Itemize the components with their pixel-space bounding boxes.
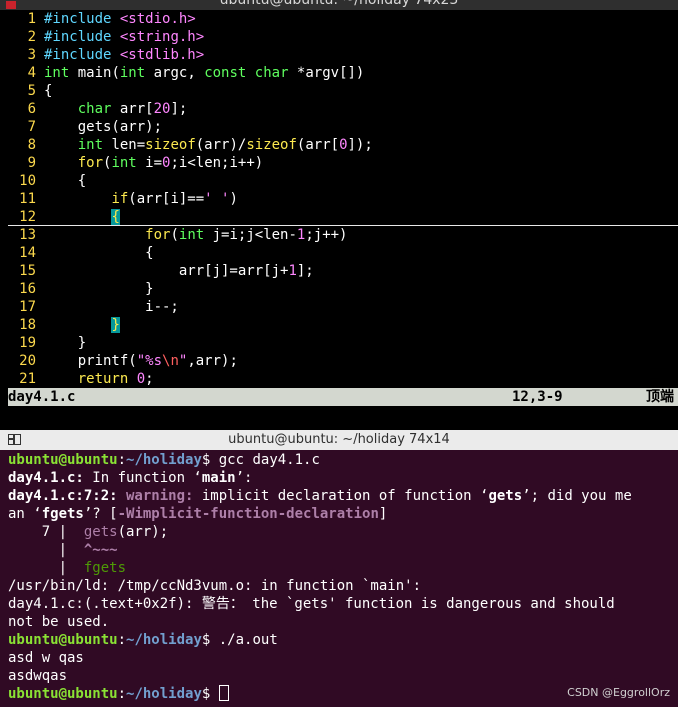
terminal-line: ubuntu@ubuntu:~/holiday$ ./a.out: [8, 632, 278, 648]
code-line: 2 #include <string.h>: [0, 28, 678, 46]
matched-brace: {: [111, 209, 120, 225]
terminal-line: day4.1.c: In function ‘main’:: [8, 470, 253, 486]
line-number: 12: [19, 209, 36, 225]
terminal-line: day4.1.c:(.text+0x2f): 警告： the `gets' fu…: [8, 596, 615, 612]
line-number: 18: [19, 317, 36, 333]
status-filename: day4.1.c: [8, 389, 76, 405]
terminal-output[interactable]: ubuntu@ubuntu:~/holiday$ gcc day4.1.c da…: [8, 451, 678, 703]
code-line: 11 if(arr[i]==' '): [0, 190, 678, 208]
code-line: 1 #include <stdio.h>: [0, 10, 678, 28]
vim-status-line: day4.1.c 12,3-9 顶端: [8, 388, 678, 406]
top-window-titlebar[interactable]: ubuntu@ubuntu: ~/holiday 74x23: [0, 0, 678, 10]
code-line: 3 #include <stdlib.h>: [0, 46, 678, 64]
code-line: 7 gets(arr);: [0, 118, 678, 136]
line-number: 10: [19, 173, 36, 189]
terminal-line: | ^~~~: [8, 542, 118, 558]
bottom-window-title: ubuntu@ubuntu: ~/holiday 74x14: [228, 432, 450, 447]
line-number: 13: [19, 227, 36, 243]
code-line: 6 char arr[20];: [0, 100, 678, 118]
line-number: 5: [27, 83, 36, 99]
bottom-window-titlebar[interactable]: ubuntu@ubuntu: ~/holiday 74x14: [0, 430, 678, 450]
terminal-line: 7 | gets(arr);: [8, 524, 169, 540]
code-line: 14 {: [0, 244, 678, 262]
line-number: 15: [19, 263, 36, 279]
line-number: 7: [27, 119, 36, 135]
code-line: 10 {: [0, 172, 678, 190]
status-cursor-position: 12,3-9: [512, 389, 563, 405]
line-number: 6: [27, 101, 36, 117]
terminal-cursor: [218, 685, 229, 701]
line-number: 17: [19, 299, 36, 315]
line-number: 11: [19, 191, 36, 207]
code-editor[interactable]: 1 #include <stdio.h> 2 #include <string.h>…: [0, 10, 678, 388]
terminal-line: ubuntu@ubuntu:~/holiday$ gcc day4.1.c: [8, 452, 320, 468]
line-number: 9: [27, 155, 36, 171]
line-number: 3: [27, 47, 36, 63]
code-line: 13 for(int j=i;j<len-1;j++): [0, 226, 678, 244]
code-line: 15 arr[j]=arr[j+1];: [0, 262, 678, 280]
line-number: 14: [19, 245, 36, 261]
line-number: 16: [19, 281, 36, 297]
terminal-line: | fgets: [8, 560, 127, 576]
matched-brace: }: [111, 317, 120, 333]
line-number: 4: [27, 65, 36, 81]
terminal-line: asd w qas: [8, 650, 84, 666]
code-line: 8 int len=sizeof(arr)/sizeof(arr[0]);: [0, 136, 678, 154]
terminal-line: not be used.: [8, 614, 110, 630]
status-scroll-position: 顶端: [646, 389, 674, 405]
watermark: CSDN @EggrollOrz: [567, 686, 670, 699]
terminal-line: an ‘fgets’? [-Wimplicit-function-declara…: [8, 506, 388, 522]
vim-terminal-window[interactable]: ubuntu@ubuntu: ~/holiday 74x23 1 #include…: [0, 0, 678, 430]
line-number: 19: [19, 335, 36, 351]
code-line: 4 int main(int argc, const char *argv[]): [0, 64, 678, 82]
code-line: 18 }: [0, 316, 678, 334]
line-number: 8: [27, 137, 36, 153]
code-line: 20 printf("%s\n",arr);: [0, 352, 678, 370]
code-line: 16 }: [0, 280, 678, 298]
code-line: 9 for(int i=0;i<len;i++): [0, 154, 678, 172]
terminal-line: asdwqas: [8, 668, 68, 684]
line-number: 2: [27, 29, 36, 45]
top-window-title: ubuntu@ubuntu: ~/holiday 74x23: [219, 0, 459, 8]
line-number: 21: [19, 371, 36, 387]
shell-terminal-window[interactable]: ubuntu@ubuntu: ~/holiday 74x14 ubuntu@ub…: [0, 430, 678, 707]
code-line: 17 i--;: [0, 298, 678, 316]
desktop: ubuntu@ubuntu: ~/holiday 74x23 1 #include…: [0, 0, 678, 707]
line-number: 1: [27, 11, 36, 27]
line-number: 20: [19, 353, 36, 369]
code-line: 5{: [0, 82, 678, 100]
code-line-current: 12 {: [0, 208, 678, 226]
code-line: 19 }: [0, 334, 678, 352]
terminal-line: /usr/bin/ld: /tmp/ccNd3vum.o: in functio…: [8, 578, 422, 594]
code-line: 21 return 0;: [0, 370, 678, 388]
terminal-line: day4.1.c:7:2: warning: implicit declarat…: [8, 488, 632, 504]
